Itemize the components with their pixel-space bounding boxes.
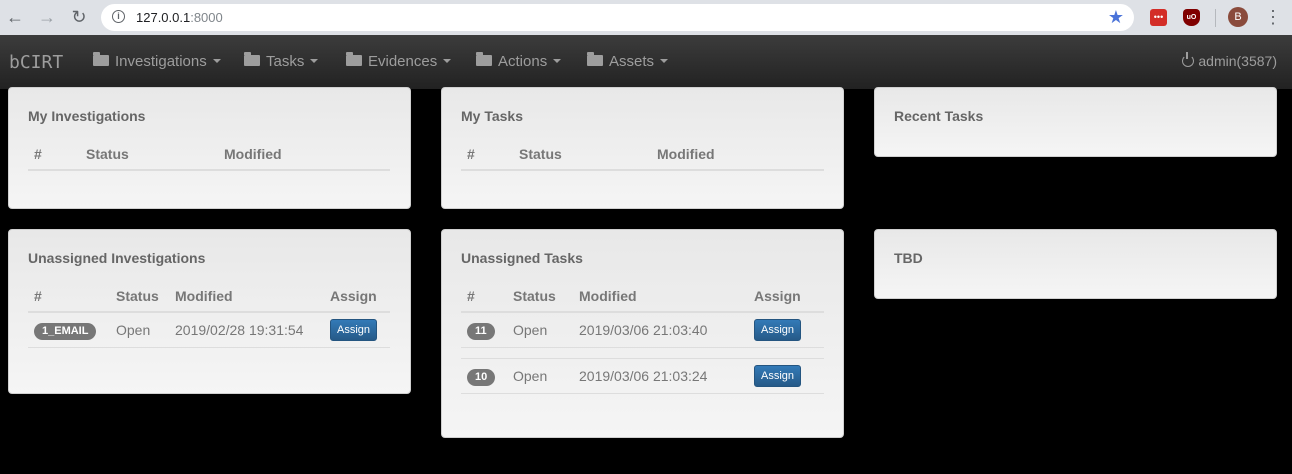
nav-tasks-label: Tasks xyxy=(266,53,305,70)
column-header: Status xyxy=(110,280,169,313)
lastpass-icon[interactable]: ••• xyxy=(1150,9,1167,26)
back-arrow-icon[interactable]: ← xyxy=(4,6,26,28)
id-cell: 10 xyxy=(461,358,507,394)
task-id-badge[interactable]: 10 xyxy=(467,368,496,386)
investigation-id-badge[interactable]: 1_EMAIL xyxy=(34,322,97,340)
row-spacer xyxy=(461,347,824,359)
unassigned-tasks-table: # Status Modified Assign 11 Open 2019/03… xyxy=(461,280,824,394)
star-icon[interactable]: ★ xyxy=(1108,7,1124,28)
app-navbar: bCIRT Investigations Tasks Evidences Act… xyxy=(0,35,1292,89)
assign-cell: Assign xyxy=(748,312,824,348)
id-cell: 1_EMAIL xyxy=(28,312,110,348)
profile-avatar[interactable]: B xyxy=(1228,7,1248,27)
url-port: :8000 xyxy=(190,10,223,25)
panel-title: My Tasks xyxy=(461,108,523,124)
column-header: # xyxy=(461,280,507,313)
nav-assets-label: Assets xyxy=(609,53,655,70)
reload-icon[interactable]: ↻ xyxy=(68,6,90,28)
panel-my-investigations: My Investigations # Status Modified xyxy=(8,87,411,209)
folder-icon xyxy=(93,52,109,66)
table-row[interactable]: 1_EMAIL Open 2019/02/28 19:31:54 Assign xyxy=(28,312,390,348)
nav-assets[interactable]: Assets xyxy=(587,52,669,70)
toolbar-divider xyxy=(1215,9,1216,27)
caret-down-icon xyxy=(310,59,319,63)
power-icon xyxy=(1182,52,1195,67)
column-header: # xyxy=(461,138,513,171)
panel-title: My Investigations xyxy=(28,108,146,124)
column-header: Modified xyxy=(218,138,390,171)
table-row[interactable]: 10 Open 2019/03/06 21:03:24 Assign xyxy=(461,358,824,394)
column-header: Status xyxy=(513,138,651,171)
panel-title: Recent Tasks xyxy=(894,108,984,124)
status-cell: Open xyxy=(507,358,573,394)
info-icon[interactable]: i xyxy=(112,10,125,23)
kebab-menu-icon[interactable]: ⋮ xyxy=(1264,6,1282,28)
status-cell: Open xyxy=(110,312,169,348)
id-cell: 11 xyxy=(461,312,507,348)
column-header: Modified xyxy=(651,138,824,171)
column-header: Assign xyxy=(748,280,824,313)
panel-unassigned-investigations: Unassigned Investigations # Status Modif… xyxy=(8,229,411,394)
panel-title: Unassigned Tasks xyxy=(461,250,583,266)
assign-button[interactable]: Assign xyxy=(754,319,802,341)
nav-investigations-label: Investigations xyxy=(115,53,207,70)
assign-button[interactable]: Assign xyxy=(330,319,378,341)
nav-evidences[interactable]: Evidences xyxy=(346,52,452,70)
nav-actions[interactable]: Actions xyxy=(476,52,562,70)
table-row[interactable]: 11 Open 2019/03/06 21:03:40 Assign xyxy=(461,312,824,348)
column-header: Modified xyxy=(169,280,324,313)
browser-toolbar: ← → ↻ i 127.0.0.1:8000 ★ ••• uO B ⋮ xyxy=(0,0,1292,35)
caret-down-icon xyxy=(660,59,669,63)
assign-cell: Assign xyxy=(324,312,390,348)
caret-down-icon xyxy=(212,59,221,63)
column-header: # xyxy=(28,280,110,313)
ublock-icon[interactable]: uO xyxy=(1183,9,1200,26)
column-header: Assign xyxy=(324,280,390,313)
folder-icon xyxy=(587,52,603,66)
panel-recent-tasks: Recent Tasks xyxy=(874,87,1277,157)
modified-cell: 2019/03/06 21:03:24 xyxy=(573,358,748,394)
brand-logo[interactable]: bCIRT xyxy=(9,52,63,73)
my-tasks-table: # Status Modified xyxy=(461,138,824,171)
panel-tbd: TBD xyxy=(874,229,1277,299)
status-cell: Open xyxy=(507,312,573,348)
my-investigations-table: # Status Modified xyxy=(28,138,390,171)
nav-tasks[interactable]: Tasks xyxy=(244,52,319,70)
url-host: 127.0.0.1 xyxy=(136,10,191,25)
task-id-badge[interactable]: 11 xyxy=(467,322,495,340)
column-header: # xyxy=(28,138,80,171)
user-menu[interactable]: admin(3587) xyxy=(1182,52,1277,69)
assign-cell: Assign xyxy=(748,358,824,394)
panel-unassigned-tasks: Unassigned Tasks # Status Modified Assig… xyxy=(441,229,844,438)
user-label: admin(3587) xyxy=(1198,53,1277,69)
nav-evidences-label: Evidences xyxy=(368,53,438,70)
column-header: Status xyxy=(80,138,218,171)
forward-arrow-icon[interactable]: → xyxy=(36,6,58,28)
unassigned-investigations-table: # Status Modified Assign 1_EMAIL Open 20… xyxy=(28,280,390,348)
nav-actions-label: Actions xyxy=(498,53,548,70)
folder-icon xyxy=(346,52,362,66)
column-header: Modified xyxy=(573,280,748,313)
nav-investigations[interactable]: Investigations xyxy=(93,52,221,70)
folder-icon xyxy=(244,52,260,66)
column-header: Status xyxy=(507,280,573,313)
panel-my-tasks: My Tasks # Status Modified xyxy=(441,87,844,209)
panel-title: TBD xyxy=(894,250,923,266)
panel-title: Unassigned Investigations xyxy=(28,250,206,266)
assign-button[interactable]: Assign xyxy=(754,365,802,387)
url-text: 127.0.0.1:8000 xyxy=(136,10,223,25)
modified-cell: 2019/03/06 21:03:40 xyxy=(573,312,748,348)
address-bar[interactable]: i 127.0.0.1:8000 ★ xyxy=(101,4,1134,31)
modified-cell: 2019/02/28 19:31:54 xyxy=(169,312,324,348)
caret-down-icon xyxy=(553,59,562,63)
folder-icon xyxy=(476,52,492,66)
caret-down-icon xyxy=(443,59,452,63)
